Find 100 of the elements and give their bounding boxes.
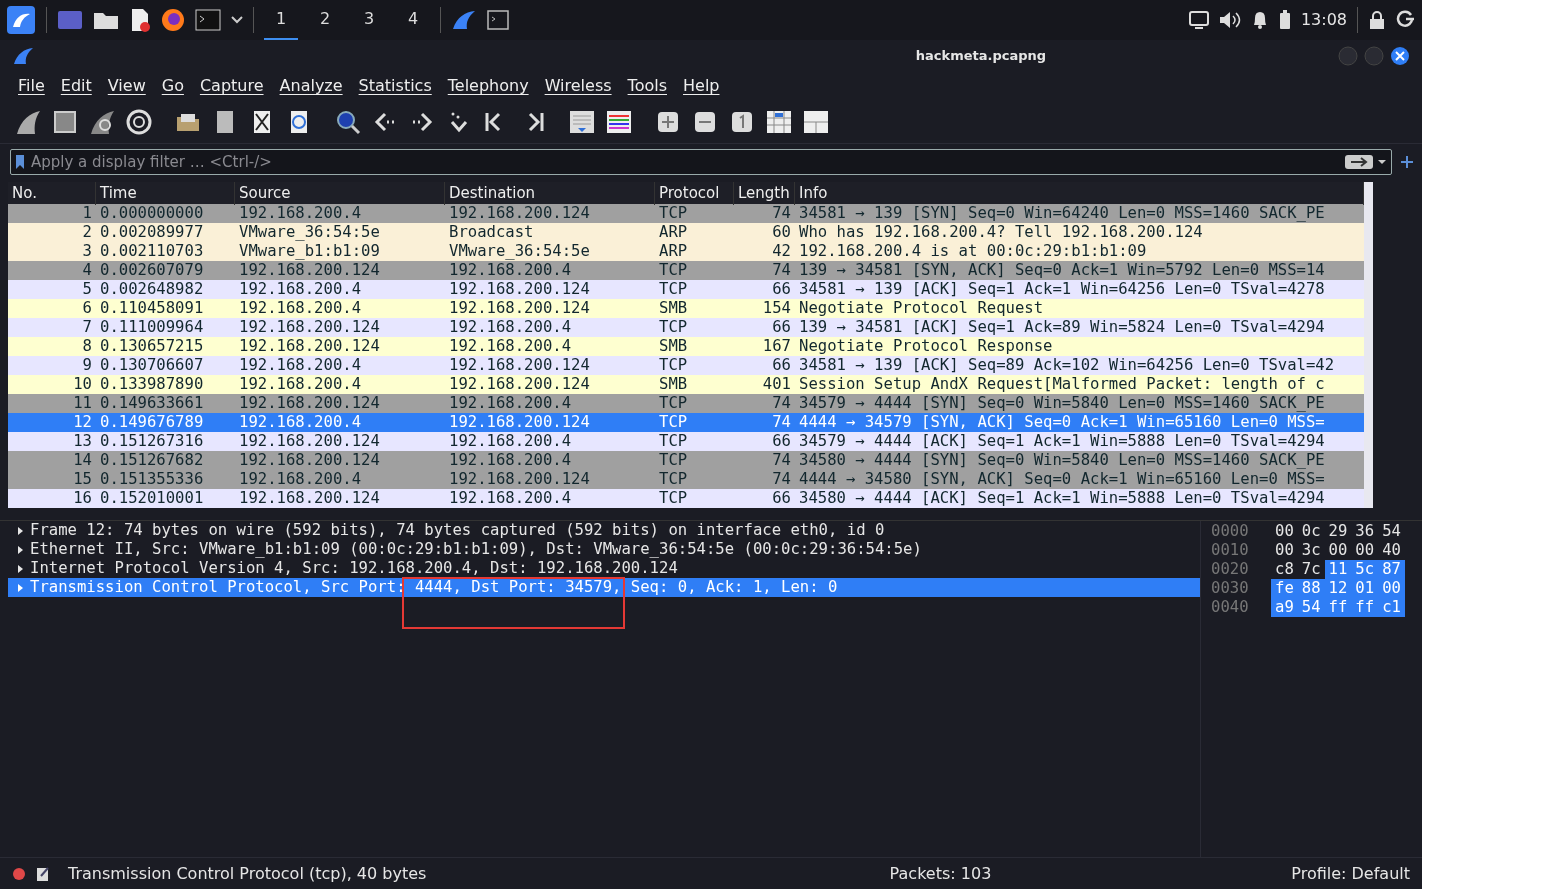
table-cell-text: 0.002110703 — [99, 242, 205, 261]
packet-row[interactable]: 2 0.002089977 VMware_36:54:5e Broadcast ARP 60 Who has 192.168.200.4? Tell 192.168.200.124 — [8, 223, 1364, 242]
table-cell-text: 6 — [81, 299, 93, 318]
table-cell-text: SMB — [658, 337, 689, 356]
desktop-icon[interactable] — [57, 9, 83, 31]
packet-row[interactable]: 14 0.151267682 192.168.200.124 192.168.200.4 TCP 74 34580 → 4444 [SYN] Seq=0 Win=5840 Len=0 MSS=1460 SACK_PE — [8, 451, 1364, 470]
menu-item[interactable]: Tools — [619, 74, 675, 98]
caret-icon[interactable] — [231, 16, 243, 24]
menu-item[interactable]: Capture — [191, 74, 272, 98]
packet-row[interactable]: 11 0.149633661 192.168.200.124 192.168.200.4 TCP 74 34579 → 4444 [SYN] Seq=0 Win=5840 Len=0 MSS=1460 SACK_PE — [8, 394, 1364, 413]
hex-byte[interactable]: 01 — [1351, 579, 1379, 598]
lock-icon[interactable] — [1368, 10, 1386, 30]
table-cell-text: TCP — [658, 470, 689, 489]
hex-byte[interactable]: 00 — [1271, 541, 1298, 560]
close-button[interactable] — [1390, 46, 1410, 66]
menu-item[interactable]: Edit — [52, 74, 100, 98]
table-cell-text: 2 — [81, 223, 93, 242]
bookmark-icon[interactable] — [15, 154, 25, 170]
table-cell-text: 10 — [72, 375, 93, 394]
packet-row[interactable]: 4 0.002607079 192.168.200.124 192.168.200.4 TCP 74 139 → 34581 [SYN, ACK] Seq=0 Ack=1 Win=5792 Len=0 MSS=14 — [8, 261, 1364, 280]
menu-item[interactable]: Analyze — [271, 74, 351, 98]
workspace-tab[interactable]: 3 — [352, 0, 386, 40]
hex-byte[interactable]: 00 — [1271, 522, 1298, 541]
packet-row[interactable]: 15 0.151355336 192.168.200.4 192.168.200.124 TCP 74 4444 → 34580 [SYN, ACK] Seq=0 Ack=1 Win=65160 Len=0 MSS= — [8, 470, 1364, 489]
table-cell-text: 34580 → 4444 [SYN] Seq=0 Win=5840 Len=0 MSS=1460 SACK_PE — [798, 451, 1326, 470]
table-cell-text: 34579 → 4444 [SYN] Seq=0 Win=5840 Len=0 MSS=1460 SACK_PE — [798, 394, 1326, 413]
hex-byte[interactable]: 00 — [1351, 541, 1379, 560]
hex-byte[interactable]: 5c — [1351, 560, 1379, 579]
table-cell-text: 192.168.200.4 — [238, 280, 363, 299]
table-cell-text: 66 — [771, 280, 792, 299]
menu-item[interactable]: Go — [153, 74, 192, 98]
expander-icon[interactable] — [16, 563, 24, 574]
hex-byte[interactable]: 7c — [1297, 560, 1325, 579]
shark-fin-icon[interactable] — [451, 9, 477, 31]
volume-icon[interactable] — [1218, 11, 1241, 29]
hex-byte[interactable]: a9 — [1271, 598, 1298, 617]
workspace-tab[interactable]: 2 — [308, 0, 342, 40]
table-cell-text: 12 — [72, 413, 93, 432]
packet-row[interactable]: 9 0.130706607 192.168.200.4 192.168.200.124 TCP 66 34581 → 139 [ACK] Seq=89 Ack=102 Win=64256 Len=0 TSval=42 — [8, 356, 1364, 375]
hex-byte[interactable]: ff — [1324, 598, 1352, 617]
table-cell-text: 0.002648982 — [99, 280, 205, 299]
packet-row[interactable]: 12 0.149676789 192.168.200.4 192.168.200.124 TCP 74 4444 → 34579 [SYN, ACK] Seq=0 Ack=1 Win=65160 Len=0 MSS= — [8, 413, 1364, 432]
display-icon[interactable] — [1188, 11, 1209, 29]
edit-icon[interactable] — [36, 865, 50, 882]
packet-row[interactable]: 7 0.111009964 192.168.200.124 192.168.200.4 TCP 66 139 → 34581 [ACK] Seq=1 Ack=89 Win=5824 Len=0 TSval=4294 — [8, 318, 1364, 337]
app-menu-icon[interactable] — [6, 5, 36, 35]
hex-byte[interactable]: 54 — [1297, 598, 1325, 617]
menu-item[interactable]: View — [99, 74, 154, 98]
table-cell-text: 66 — [771, 356, 792, 375]
table-cell-text: 192.168.200.4 — [238, 375, 363, 394]
hex-byte[interactable]: 11 — [1324, 560, 1352, 579]
packet-row[interactable]: 3 0.002110703 VMware_b1:b1:09 VMware_36:54:5e ARP 42 192.168.200.4 is at 00:0c:29:b1:b1:09 — [8, 242, 1364, 261]
hex-byte[interactable]: 12 — [1324, 579, 1352, 598]
menu-item[interactable]: Telephony — [439, 74, 537, 98]
hex-byte[interactable]: 36 — [1351, 522, 1379, 541]
status-dot-icon — [12, 866, 26, 881]
terminal-icon[interactable] — [195, 9, 221, 31]
tree-row[interactable]: Transmission Control Protocol, Src Port: 4444, Dst Port: 34579, Seq: 0, Ack: 1, Len: 0 — [8, 578, 1200, 597]
menu-item[interactable]: Help — [675, 74, 728, 98]
packet-row[interactable]: 16 0.152010001 192.168.200.124 192.168.200.4 TCP 66 34580 → 4444 [ACK] Seq=1 Ack=1 Win=5888 Len=0 TSval=4294 — [8, 489, 1364, 508]
hex-byte[interactable]: ff — [1351, 598, 1379, 617]
hex-byte[interactable]: 00 — [1378, 579, 1405, 598]
hex-byte[interactable]: 29 — [1324, 522, 1352, 541]
hex-byte[interactable]: 3c — [1297, 541, 1325, 560]
table-cell-text: 4444 → 34580 [SYN, ACK] Seq=0 Ack=1 Win=65160 Len=0 MSS= — [798, 470, 1326, 489]
tree-row[interactable]: Frame 12: 74 bytes on wire (592 bits), 74 bytes captured (592 bits) on interface eth0, id 0 — [8, 521, 1200, 540]
document-icon[interactable] — [129, 8, 151, 32]
workspace-tab[interactable]: 1 — [264, 0, 298, 40]
hex-byte[interactable]: 87 — [1378, 560, 1405, 579]
add-button[interactable] — [1400, 155, 1414, 169]
packet-count: Packets: 103 — [889, 862, 992, 885]
hex-byte[interactable]: 0c — [1297, 522, 1325, 541]
window-icon[interactable] — [487, 10, 509, 30]
packet-row[interactable]: 8 0.130657215 192.168.200.124 192.168.200.4 SMB 167 Negotiate Protocol Response — [8, 337, 1364, 356]
hex-byte[interactable]: 88 — [1297, 579, 1325, 598]
table-cell-text: 15 — [72, 470, 93, 489]
scrollbar[interactable] — [1364, 182, 1373, 508]
hex-byte[interactable]: c1 — [1378, 598, 1405, 617]
hex-byte[interactable]: c8 — [1271, 560, 1298, 579]
tree-row[interactable]: Ethernet II, Src: VMware_b1:b1:09 (00:0c:29:b1:b1:09), Dst: VMware_36:54:5e (00:0c:29:36:54:5e) — [8, 540, 1200, 559]
menu-item[interactable]: Statistics — [350, 74, 440, 98]
packet-row[interactable]: 1 0.000000000 192.168.200.4 192.168.200.124 TCP 74 34581 → 139 [SYN] Seq=0 Win=64240 Len=0 MSS=1460 SACK_PE — [8, 204, 1364, 223]
apply-button[interactable] — [1345, 154, 1373, 170]
packet-row[interactable]: 5 0.002648982 192.168.200.4 192.168.200.124 TCP 66 34581 → 139 [ACK] Seq=1 Ack=1 Win=64256 Len=0 TSval=4278 — [8, 280, 1364, 299]
battery-icon[interactable] — [1278, 10, 1291, 30]
hex-byte[interactable]: 40 — [1378, 541, 1405, 560]
caret-icon[interactable] — [1377, 158, 1387, 166]
hex-byte[interactable]: 00 — [1324, 541, 1352, 560]
workspace-tab[interactable]: 4 — [396, 0, 430, 40]
expander-icon[interactable] — [16, 525, 24, 536]
menu-item[interactable]: Wireless — [536, 74, 620, 98]
packet-row[interactable]: 10 0.133987890 192.168.200.4 192.168.200.124 SMB 401 Session Setup AndX Request[Malformed Packet: length of c — [8, 375, 1364, 394]
hex-byte[interactable]: 54 — [1378, 522, 1405, 541]
hex-byte[interactable]: fe — [1271, 579, 1298, 598]
tree-row[interactable]: Internet Protocol Version 4, Src: 192.168.200.4, Dst: 192.168.200.124 — [8, 559, 1200, 578]
packet-row[interactable]: 13 0.151267316 192.168.200.124 192.168.200.4 TCP 66 34579 → 4444 [ACK] Seq=1 Ack=1 Win=5888 Len=0 TSval=4294 — [8, 432, 1364, 451]
menu-item[interactable]: File — [10, 74, 53, 98]
browser-icon[interactable] — [161, 8, 185, 32]
expander-icon[interactable] — [16, 544, 24, 555]
packet-row[interactable]: 6 0.110458091 192.168.200.4 192.168.200.124 SMB 154 Negotiate Protocol Request — [8, 299, 1364, 318]
